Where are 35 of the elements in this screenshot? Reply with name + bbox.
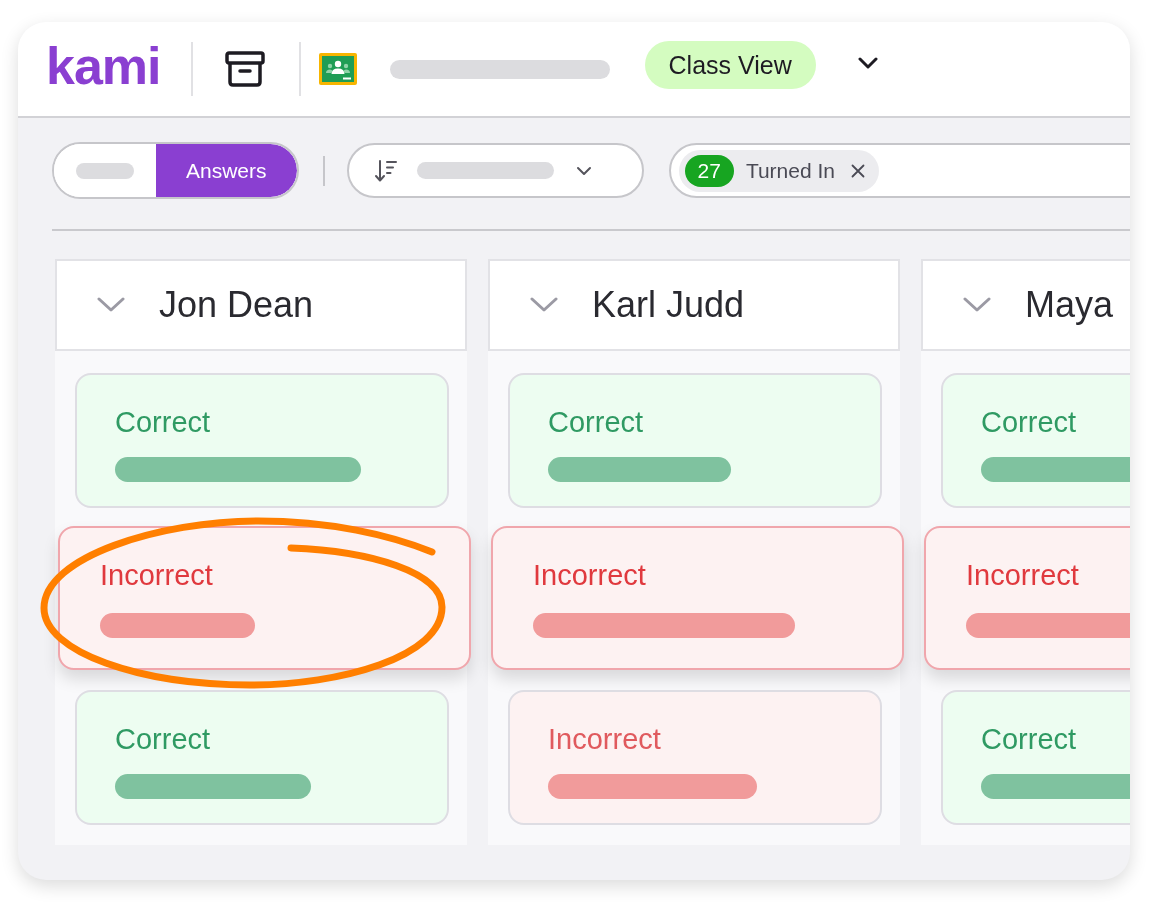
- answer-card[interactable]: Correct: [75, 373, 449, 508]
- answer-card[interactable]: Incorrect: [924, 526, 1130, 670]
- answer-card[interactable]: Incorrect: [491, 526, 904, 670]
- result-label: Correct: [981, 722, 1077, 757]
- result-label: Correct: [981, 405, 1077, 440]
- answer-card[interactable]: Correct: [941, 373, 1130, 508]
- result-label: Correct: [115, 722, 211, 757]
- chevron-down-icon[interactable]: [857, 57, 878, 69]
- answer-card[interactable]: Incorrect: [58, 526, 471, 670]
- filter-field[interactable]: 27 Turned In: [668, 143, 1130, 198]
- chalkboard-people-icon[interactable]: [318, 53, 357, 85]
- chip-label: Turned In: [745, 158, 835, 183]
- count-badge: 27: [684, 154, 734, 187]
- student-name: Karl Judd: [592, 284, 745, 326]
- answer-card[interactable]: Correct: [941, 690, 1130, 825]
- result-label: Incorrect: [100, 558, 213, 593]
- result-label: Incorrect: [533, 558, 646, 593]
- result-label: Correct: [115, 405, 211, 440]
- placeholder-bar: [76, 162, 134, 179]
- result-label: Incorrect: [548, 722, 661, 757]
- close-icon[interactable]: [851, 163, 865, 178]
- answer-card[interactable]: Correct: [508, 373, 882, 508]
- student-name: Maya: [1025, 284, 1114, 326]
- chevron-down-icon: [575, 165, 592, 176]
- student-name: Jon Dean: [159, 284, 314, 326]
- result-label: Correct: [548, 405, 644, 440]
- archive-box-icon[interactable]: [224, 51, 265, 87]
- answer-card[interactable]: Correct: [75, 690, 449, 825]
- answer-card[interactable]: Incorrect: [508, 690, 882, 825]
- view-button[interactable]: Class View: [644, 41, 816, 89]
- sort-dropdown[interactable]: [346, 143, 644, 198]
- sort-icon: [374, 158, 397, 183]
- toggle-option[interactable]: Answers: [156, 144, 297, 197]
- logo[interactable]: kami: [46, 40, 161, 92]
- result-label: Incorrect: [966, 558, 1079, 593]
